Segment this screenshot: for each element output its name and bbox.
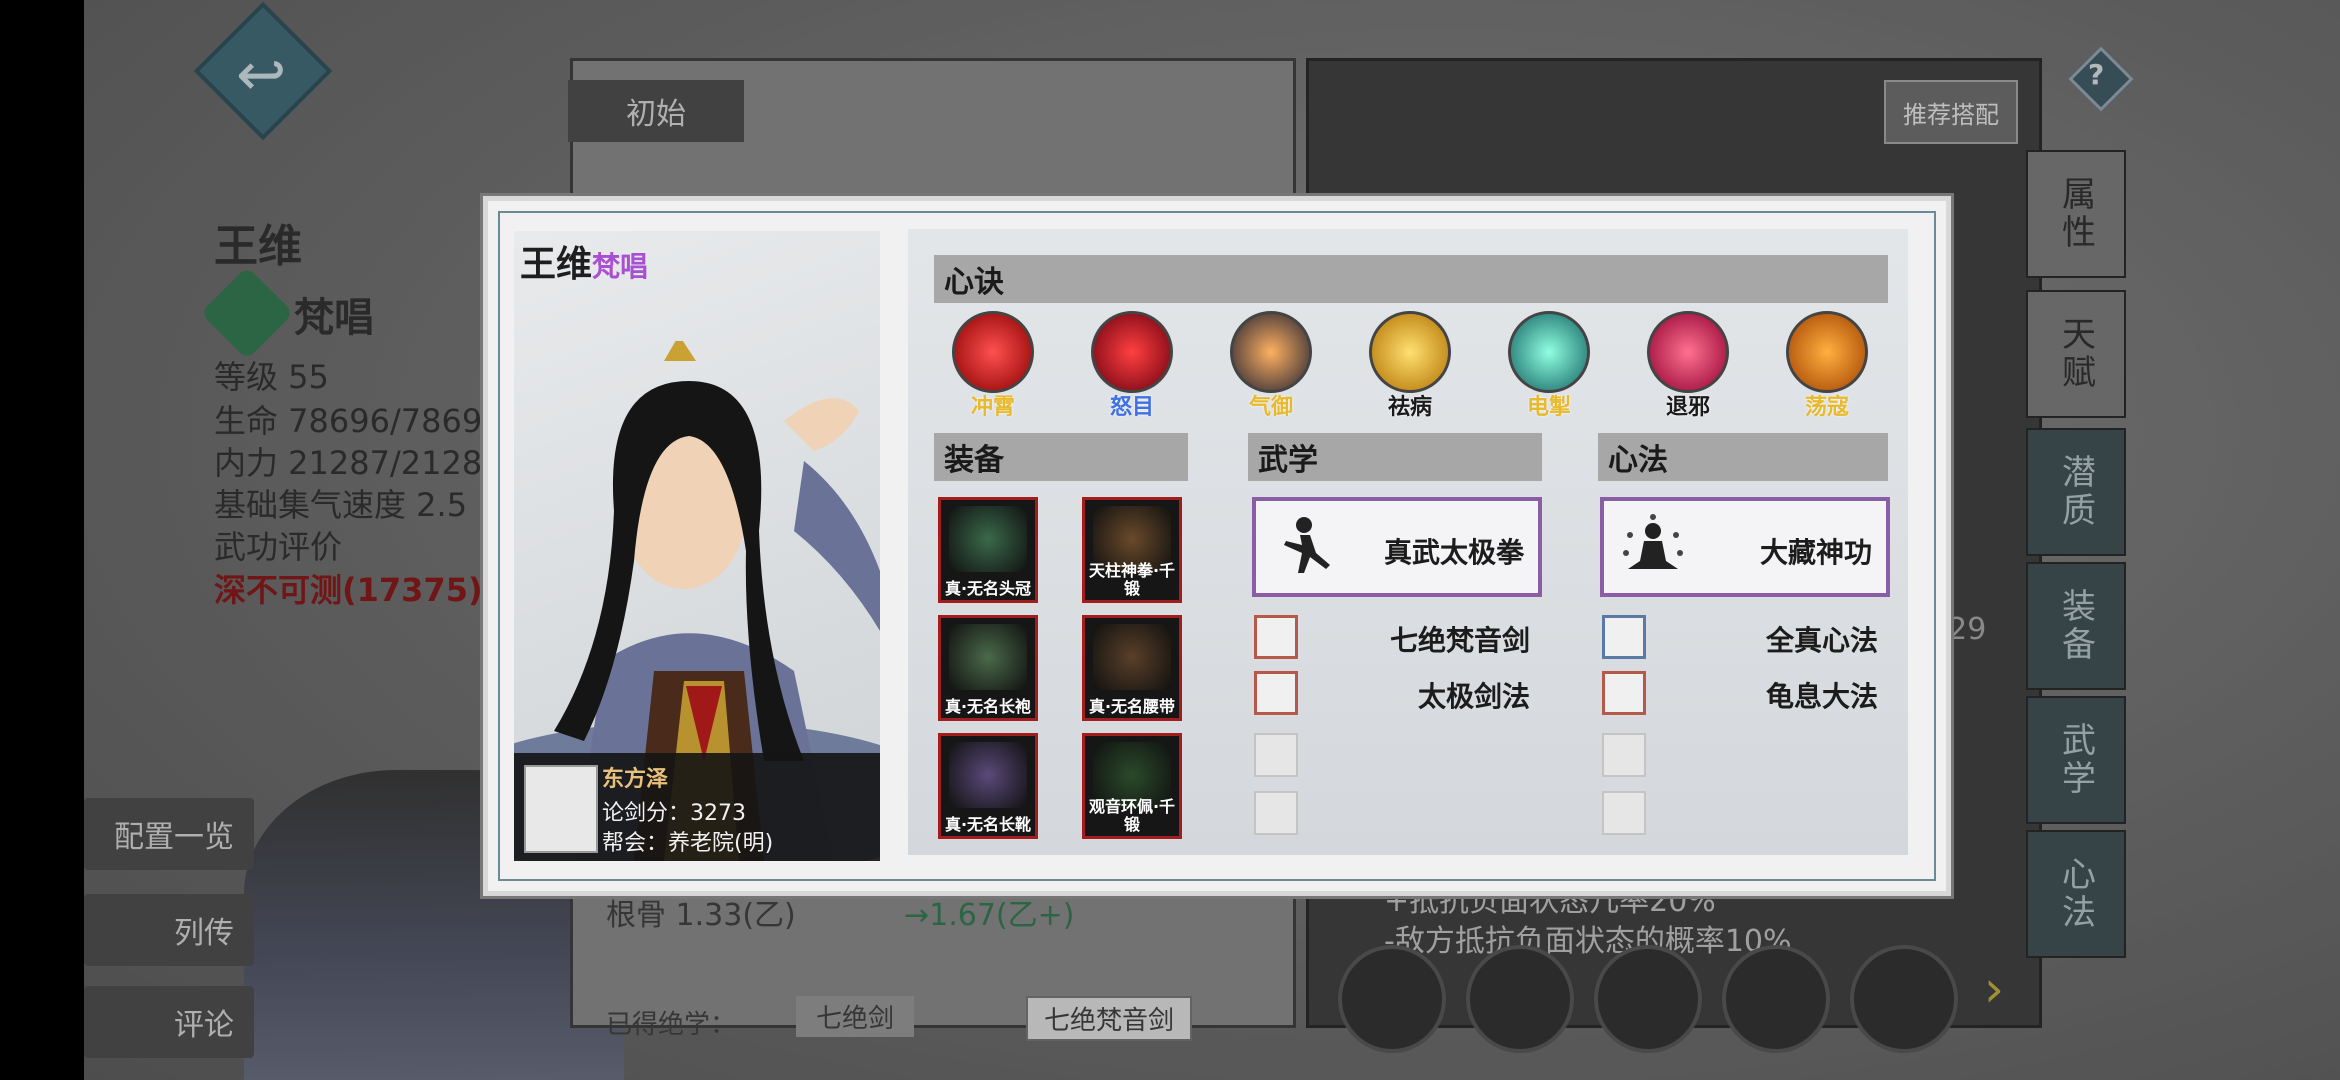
equipment-slot[interactable]: 真·无名长袍 — [938, 615, 1038, 721]
xinjue-item[interactable]: 电掣 — [1504, 311, 1594, 421]
xinjue-label: 祛病 — [1387, 395, 1432, 420]
empty-martial-slot[interactable] — [1254, 791, 1298, 835]
main-mind-name: 大藏神功 — [1759, 536, 1872, 569]
equipment-slot[interactable]: 真·无名长靴 — [938, 733, 1038, 839]
card-style: 梵唱 — [592, 250, 649, 283]
meditation-icon — [1623, 514, 1683, 569]
mind-sub-skill-2[interactable]: 龟息大法 — [1602, 671, 1892, 717]
empty-mind-slot[interactable] — [1602, 733, 1646, 777]
character-detail-modal: 王维梵唱 东方泽 论剑分：3273 帮会：养老院(明) 心诀 冲霄 怒目 气御 祛病 电… — [483, 196, 1951, 896]
mind-sub-skill-1[interactable]: 全真心法 — [1602, 615, 1892, 661]
card-name-line: 王维梵唱 — [520, 235, 648, 287]
lightning-fist-icon — [1508, 311, 1590, 393]
turtle-breath-icon — [1602, 671, 1646, 715]
rage-icon — [1091, 311, 1173, 393]
empty-mind-slot[interactable] — [1602, 791, 1646, 835]
main-martial-skill[interactable]: 真武太极拳 — [1252, 497, 1542, 597]
xinjue-header: 心诀 — [934, 255, 1888, 303]
boots-icon — [949, 742, 1027, 808]
owner-avatar — [524, 765, 598, 853]
xinjue-label: 冲霄 — [970, 395, 1015, 420]
equipment-label: 天柱神拳·千锻 — [1088, 561, 1176, 598]
martial-sub-skill-2[interactable]: 太极剑法 — [1254, 671, 1544, 717]
belt-icon — [1093, 624, 1171, 690]
xinjue-item[interactable]: 冲霄 — [948, 311, 1038, 421]
sword-stance-icon — [1254, 615, 1298, 659]
equipment-label: 真·无名头冠 — [944, 579, 1032, 598]
xinjue-item[interactable]: 祛病 — [1365, 311, 1455, 421]
palm-icon — [1369, 311, 1451, 393]
xinjue-item[interactable]: 怒目 — [1087, 311, 1177, 421]
sword-dance-icon — [1254, 671, 1298, 715]
martial-header: 武学 — [1248, 433, 1542, 481]
xinjue-item[interactable]: 气御 — [1226, 311, 1316, 421]
xinjue-label: 气御 — [1248, 395, 1293, 420]
meditation-icon — [1230, 311, 1312, 393]
main-martial-name: 真武太极拳 — [1383, 536, 1524, 569]
card-name: 王维 — [520, 244, 593, 285]
fist-icon — [1647, 311, 1729, 393]
mind-sub-name-1: 全真心法 — [1765, 624, 1878, 657]
mind-header: 心法 — [1598, 433, 1888, 481]
robe-icon — [949, 624, 1027, 690]
owner-score: 论剑分：3273 — [602, 801, 746, 826]
kungfu-pose-icon — [1284, 517, 1330, 573]
character-card: 王维梵唱 东方泽 论剑分：3273 帮会：养老院(明) — [514, 231, 880, 861]
equipment-slot[interactable]: 真·无名腰带 — [1082, 615, 1182, 721]
sword-slash-icon — [952, 311, 1034, 393]
martial-sub-name-2: 太极剑法 — [1417, 680, 1530, 713]
empty-martial-slot[interactable] — [1254, 733, 1298, 777]
equipment-slot[interactable]: 天柱神拳·千锻 — [1082, 497, 1182, 603]
equipment-label: 真·无名长袍 — [944, 697, 1032, 716]
headgear-icon — [949, 506, 1027, 572]
xinjue-label: 电掣 — [1526, 395, 1571, 420]
xinjue-item[interactable]: 荡寇 — [1782, 311, 1872, 421]
equipment-label: 真·无名长靴 — [944, 815, 1032, 834]
owner-info-bar: 东方泽 论剑分：3273 帮会：养老院(明) — [514, 753, 880, 861]
equipment-header: 装备 — [934, 433, 1188, 481]
equipment-slot[interactable]: 真·无名头冠 — [938, 497, 1038, 603]
martial-sub-name-1: 七绝梵音剑 — [1389, 624, 1530, 657]
xinjue-label: 怒目 — [1109, 395, 1154, 420]
owner-guild: 帮会：养老院(明) — [602, 831, 774, 856]
equipment-label: 观音环佩·千锻 — [1088, 797, 1176, 834]
xinjue-label: 退邪 — [1665, 395, 1710, 420]
dash-icon — [1786, 311, 1868, 393]
main-mind-skill[interactable]: 大藏神功 — [1600, 497, 1890, 597]
equipment-label: 真·无名腰带 — [1088, 697, 1176, 716]
owner-name: 东方泽 — [602, 767, 669, 792]
equipment-slot[interactable]: 观音环佩·千锻 — [1082, 733, 1182, 839]
xinjue-item[interactable]: 退邪 — [1643, 311, 1733, 421]
meditate-small-icon — [1602, 615, 1646, 659]
xinjue-label: 荡寇 — [1804, 395, 1849, 420]
mind-sub-name-2: 龟息大法 — [1765, 680, 1878, 713]
martial-sub-skill-1[interactable]: 七绝梵音剑 — [1254, 615, 1544, 661]
